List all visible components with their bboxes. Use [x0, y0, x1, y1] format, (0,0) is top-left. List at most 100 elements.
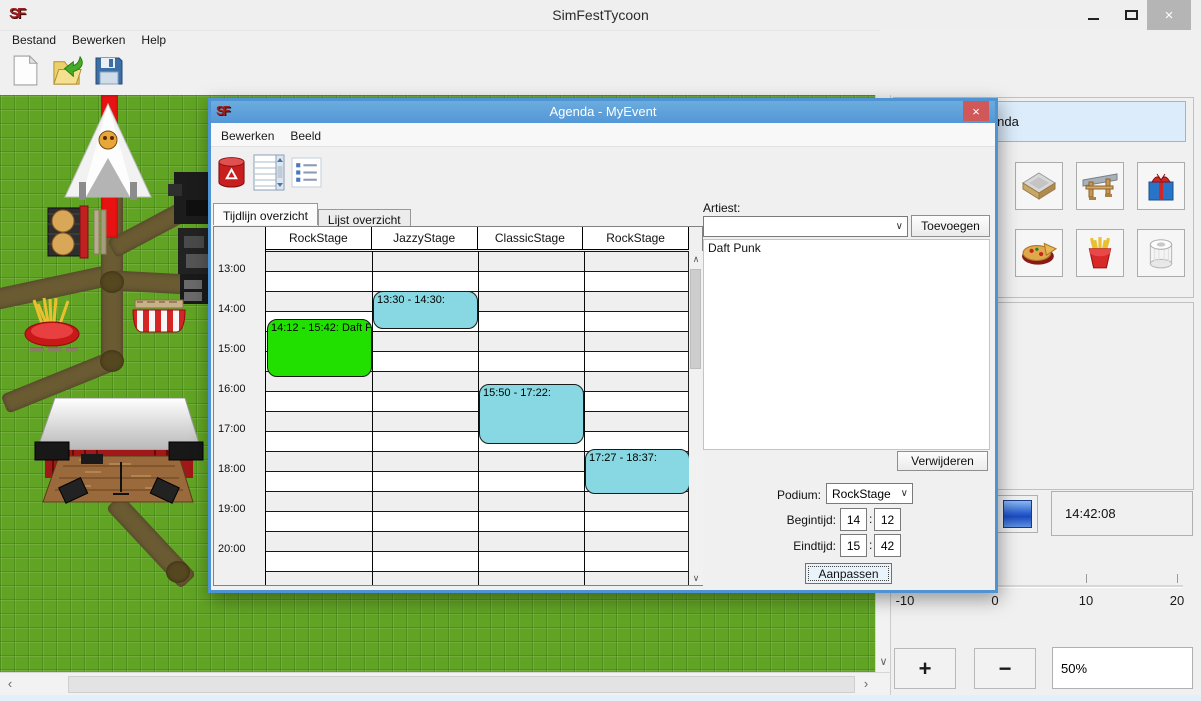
time-label: 14:00 [218, 303, 246, 315]
podium-combobox-value: RockStage [832, 487, 891, 501]
slider-tick-label: 0 [991, 593, 998, 608]
menu-bestand[interactable]: Bestand [4, 31, 64, 49]
menu-bewerken[interactable]: Bewerken [64, 31, 133, 49]
new-file-button[interactable] [6, 53, 44, 93]
end-hour-field[interactable] [840, 534, 867, 557]
dialog-tabs: Tijdlijn overzichtLijst overzicht [213, 203, 633, 226]
item-grid [1015, 162, 1187, 277]
toilet-roll-icon [1143, 236, 1179, 270]
dialog-title: Agenda - MyEvent [211, 101, 995, 123]
save-button[interactable] [90, 53, 128, 93]
time-separator: : [869, 512, 872, 526]
maximize-icon [1125, 10, 1138, 20]
start-minute-field[interactable] [874, 508, 901, 531]
start-time-label: Begintijd: [716, 513, 836, 527]
timeline-grid: 13:0014:0015:0016:0017:0018:0019:0020:00… [213, 226, 703, 586]
artist-label: Artiest: [703, 201, 740, 215]
zoom-level-field[interactable] [1052, 647, 1193, 689]
item-pizza-button[interactable] [1015, 229, 1063, 277]
dialog-menu-beeld[interactable]: Beeld [282, 123, 329, 149]
apply-button[interactable]: Aanpassen [805, 563, 892, 584]
time-label: 17:00 [218, 423, 246, 435]
item-fries-button[interactable] [1076, 229, 1124, 277]
remove-artist-button[interactable]: Verwijderen [897, 451, 988, 471]
blue-square-icon [1003, 500, 1032, 528]
open-file-button[interactable] [48, 53, 86, 93]
zoom-in-button[interactable]: + [894, 648, 956, 689]
chevron-left-icon[interactable]: ‹ [2, 676, 18, 693]
maximize-button[interactable] [1116, 0, 1146, 30]
dialog-menu-bewerken[interactable]: Bewerken [213, 123, 282, 149]
time-label: 16:00 [218, 383, 246, 395]
grid-scrollbar[interactable]: ∧ ∨ [689, 251, 703, 585]
podium-label: Podium: [716, 488, 821, 502]
map-horizontal-scrollbar[interactable]: ‹ › [0, 672, 891, 695]
clock-display: 14:42:08 [1051, 491, 1193, 536]
schedule-event-2[interactable]: 15:50 - 17:22: [479, 384, 584, 443]
gift-icon [1143, 169, 1179, 203]
item-platform-button[interactable] [1015, 162, 1063, 210]
slider-tick [1177, 574, 1178, 583]
item-toilet-roll-button[interactable] [1137, 229, 1185, 277]
dialog-menubar: BewerkenBeeld [211, 123, 995, 147]
scrollbar-thumb[interactable] [690, 269, 701, 369]
time-label: 20:00 [218, 543, 246, 555]
dialog-close-button[interactable]: × [963, 101, 989, 121]
path-junction [100, 350, 124, 372]
close-button[interactable]: × [1147, 0, 1191, 30]
artist-combobox[interactable]: ∨ [703, 216, 908, 237]
open-folder-icon [51, 54, 84, 92]
slider-tick-label: 10 [1079, 593, 1093, 608]
bullet-list-button[interactable] [291, 157, 322, 193]
menu-help[interactable]: Help [133, 31, 174, 49]
item-torii-stage-button[interactable] [1076, 162, 1124, 210]
grid-header-row: RockStageJazzyStageClassicStageRockStage [266, 227, 689, 250]
chevron-down-icon[interactable]: ∨ [876, 655, 891, 668]
schedule-event-0[interactable]: 14:12 - 15:42: Daft Punk [267, 319, 372, 377]
striped-stand[interactable] [131, 298, 187, 334]
pizza-icon [1021, 236, 1057, 270]
slider-tick-label: 20 [1170, 593, 1184, 608]
scrollbar-thumb[interactable] [68, 676, 855, 693]
main-menubar: BestandBewerkenHelp [0, 30, 880, 50]
schedule-event-3[interactable]: 17:27 - 18:37: [585, 449, 690, 494]
time-gutter: 13:0014:0015:0016:0017:0018:0019:0020:00 [214, 227, 266, 585]
main-window-title: SimFestTycoon [0, 0, 1201, 30]
artist-list[interactable]: Daft Punk [703, 239, 990, 450]
color-tool-button[interactable] [994, 495, 1038, 533]
minimize-button[interactable] [1078, 0, 1108, 30]
new-file-icon [12, 54, 39, 92]
grid-body[interactable]: 14:12 - 15:42: Daft Punk13:30 - 14:30: 15… [266, 251, 689, 585]
save-icon [93, 55, 125, 92]
tab-tijdlijn-overzicht[interactable]: Tijdlijn overzicht [213, 203, 318, 225]
end-minute-field[interactable] [874, 534, 901, 557]
burger-stand[interactable] [46, 204, 108, 260]
time-separator: : [869, 538, 872, 552]
app-window: SimFestTycoon SF × BestandBewerkenHelp [0, 0, 1201, 701]
fries-icon [1082, 236, 1118, 270]
trash-icon [217, 177, 246, 194]
window-bottom-edge [0, 695, 1201, 701]
fries-stand[interactable] [22, 296, 84, 354]
artist-list-item[interactable]: Daft Punk [704, 240, 989, 256]
list-view-button[interactable] [253, 154, 285, 196]
stage-header-3: RockStage [583, 227, 689, 249]
start-hour-field[interactable] [840, 508, 867, 531]
chevron-down-icon[interactable]: ∨ [689, 573, 703, 584]
end-time-label: Eindtijd: [716, 539, 836, 553]
podium-combobox[interactable]: RockStage ∨ [826, 483, 913, 504]
zoom-out-button[interactable]: − [974, 648, 1036, 689]
stage-header-1: JazzyStage [372, 227, 478, 249]
add-artist-button[interactable]: Toevoegen [911, 215, 990, 237]
schedule-event-1[interactable]: 13:30 - 14:30: [373, 291, 478, 329]
time-label: 19:00 [218, 503, 246, 515]
torii-stage-icon [1082, 169, 1118, 203]
tent[interactable] [62, 100, 154, 218]
delete-event-button[interactable] [217, 157, 246, 195]
time-label: 18:00 [218, 463, 246, 475]
chevron-up-icon[interactable]: ∧ [689, 254, 703, 265]
chevron-right-icon[interactable]: › [858, 676, 874, 693]
main-stage[interactable] [33, 398, 205, 513]
grid-column-line [584, 251, 585, 585]
item-gift-button[interactable] [1137, 162, 1185, 210]
